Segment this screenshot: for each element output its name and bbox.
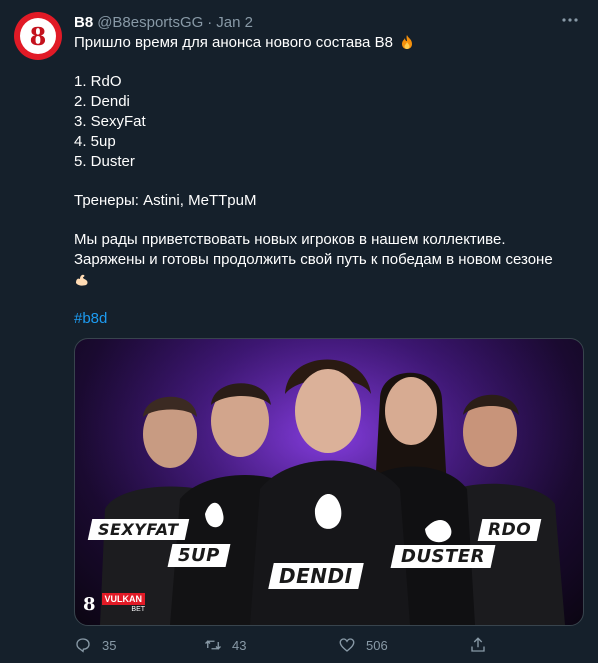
more-dots-icon	[562, 18, 578, 22]
reply-button[interactable]: 35	[74, 636, 116, 654]
roster-item: 2. Dendi	[74, 93, 130, 110]
player-tag: DUSTER	[390, 545, 496, 568]
b8-logo: 8	[20, 18, 56, 54]
vulkan-bet-logo: VULKAN BET	[101, 593, 146, 615]
hashtag-link[interactable]: #b8d	[74, 309, 582, 329]
tweet-actions: 35 43 506	[74, 636, 582, 654]
roster-item: 3. SexyFat	[74, 113, 146, 130]
tweet-header: B8 @B8esportsGG · Jan 2	[74, 12, 253, 32]
roster-item: 4. 5up	[74, 133, 116, 150]
text-line: Мы рады приветствовать новых игроков в н…	[74, 231, 506, 248]
tweet-text: Пришло время для анонса нового состава B…	[74, 33, 582, 329]
text-line: Заряжены и готовы продолжить свой путь к…	[74, 251, 553, 268]
share-icon	[471, 637, 485, 652]
text-line	[74, 270, 582, 290]
tweet-image[interactable]: SEXYFAT 5UP DENDI DUSTER RDO 8 VULKAN BE…	[74, 338, 584, 626]
heart-icon	[339, 638, 355, 652]
reply-icon	[76, 638, 90, 653]
share-button[interactable]	[469, 636, 487, 654]
roster-item: 5. Duster	[74, 153, 135, 170]
text-line: Пришло время для анонса нового состава B…	[74, 33, 582, 53]
retweet-count: 43	[232, 637, 247, 653]
retweet-button[interactable]: 43	[204, 636, 246, 654]
author-handle[interactable]: @B8esportsGG	[97, 14, 203, 31]
coaches-line: Тренеры: Astini, MeTTpuM	[74, 192, 257, 209]
fire-emoji-icon	[402, 35, 413, 49]
separator: ·	[207, 13, 213, 31]
player-tag: DENDI	[268, 563, 364, 589]
tweet-date[interactable]: Jan 2	[216, 14, 253, 31]
avatar[interactable]: 8	[14, 12, 62, 60]
roster-item: 1. RdO	[74, 73, 122, 90]
more-icon[interactable]	[560, 10, 580, 30]
b8-logo-small: 8	[83, 593, 96, 615]
like-count: 506	[366, 637, 388, 653]
flexed-biceps-emoji-icon	[76, 274, 88, 286]
player-tag: SEXYFAT	[87, 519, 189, 540]
retweet-icon	[205, 640, 221, 650]
like-button[interactable]: 506	[338, 636, 388, 654]
player-tag: RDO	[477, 519, 542, 541]
reply-count: 35	[102, 637, 117, 653]
tweet[interactable]: 8 B8 @B8esportsGG · Jan 2 Пришло время д…	[0, 0, 598, 663]
author-name[interactable]: B8	[74, 14, 93, 31]
player-tag: 5UP	[167, 544, 231, 567]
sponsor-logos: 8 VULKAN BET	[83, 593, 146, 615]
